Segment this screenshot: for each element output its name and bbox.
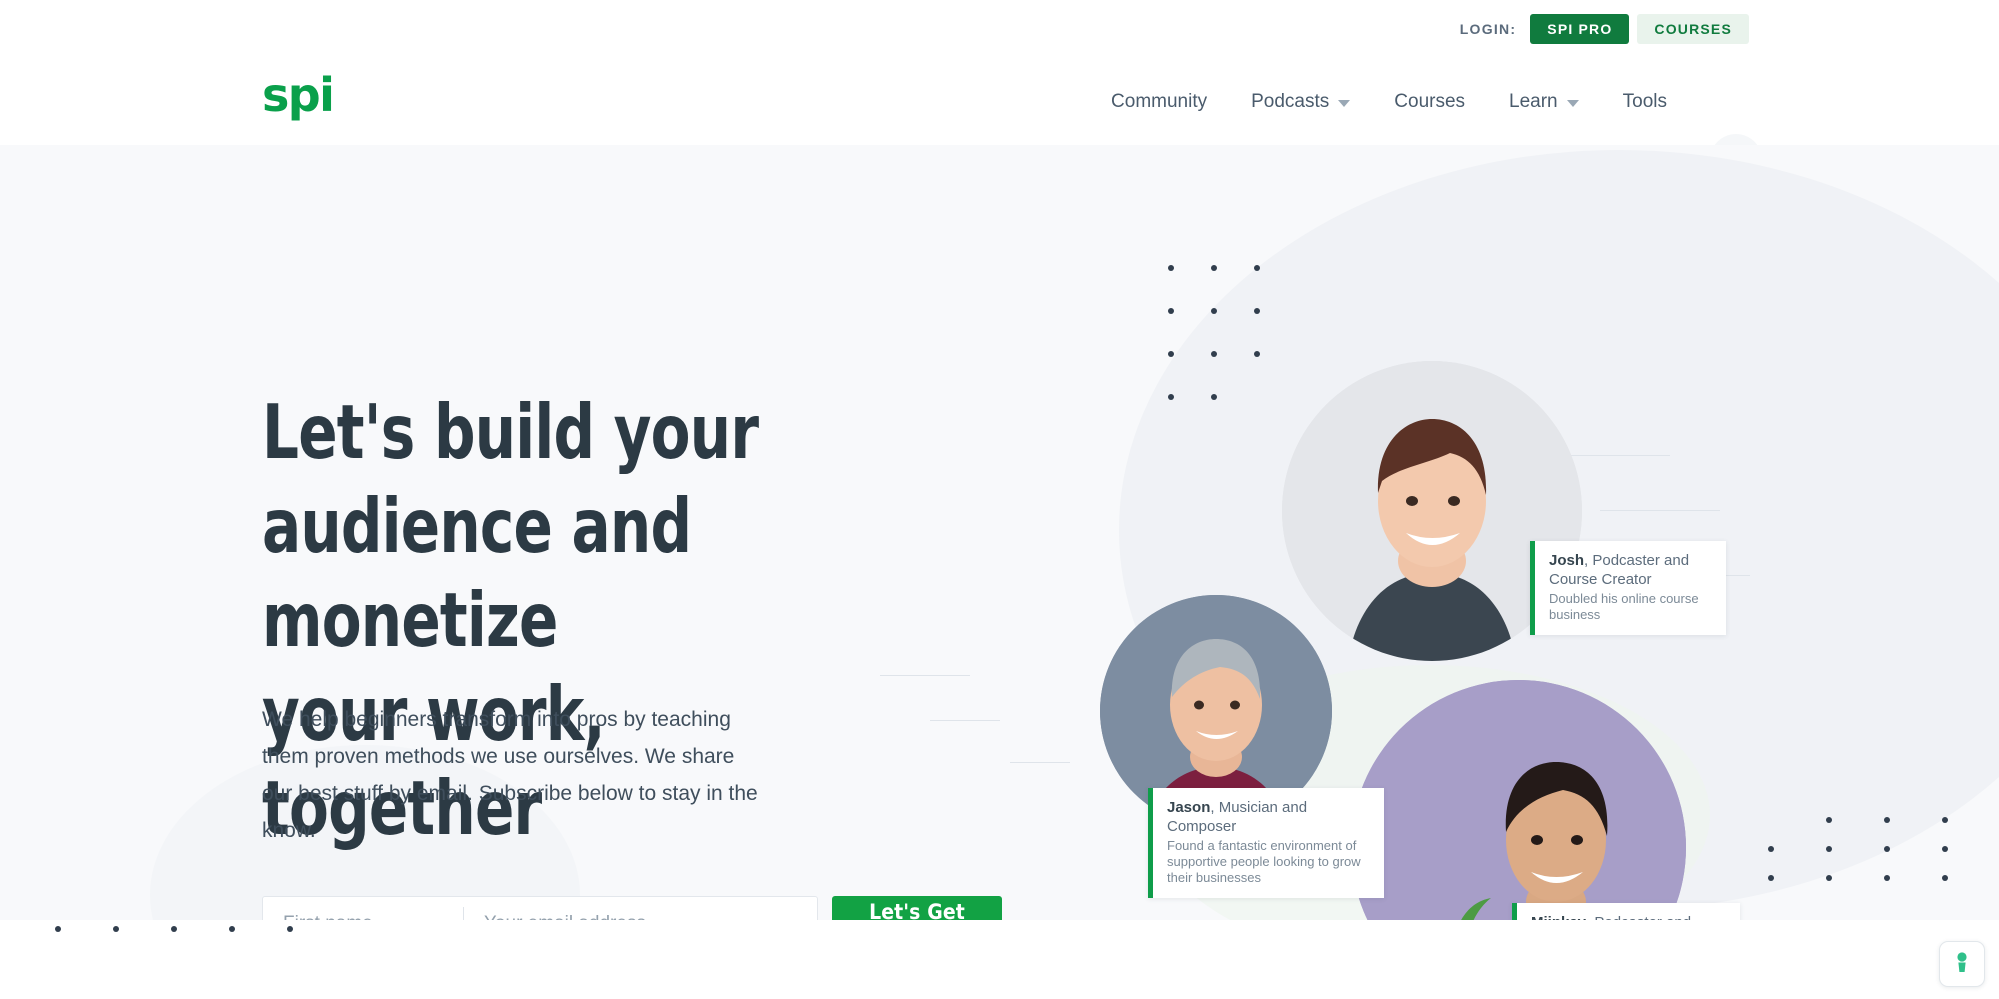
testimonial-name-role: Miinkay, Podcaster and Course Creator	[1531, 913, 1724, 920]
nav-item-learn[interactable]: Learn	[1487, 91, 1601, 113]
decorative-dot	[1826, 875, 1832, 881]
nav-item-tools[interactable]: Tools	[1601, 91, 1689, 113]
chevron-down-icon	[1338, 99, 1351, 107]
decorative-dot	[1211, 265, 1217, 271]
nav-item-community[interactable]: Community	[1089, 91, 1229, 113]
testimonial-card-josh: Josh, Podcaster and Course Creator Doubl…	[1530, 541, 1726, 635]
testimonial-name: Miinkay	[1531, 914, 1586, 920]
login-label: LOGIN:	[1459, 21, 1517, 37]
nav-label-tools: Tools	[1622, 90, 1667, 112]
decorative-dot	[1942, 875, 1948, 881]
decorative-dot	[113, 926, 119, 932]
accessibility-person-icon	[1957, 952, 1967, 972]
spi-pro-login-button[interactable]: SPI PRO	[1530, 14, 1630, 44]
decorative-dot	[229, 926, 235, 932]
decorative-rule	[880, 675, 970, 676]
decorative-dot	[1211, 394, 1217, 400]
decorative-dot	[1884, 846, 1890, 852]
testimonial-name-role: Josh, Podcaster and Course Creator	[1549, 551, 1710, 589]
signup-form: Let's Get Started	[262, 896, 1002, 920]
decorative-dot	[1942, 817, 1948, 823]
top-utility-bar: LOGIN: SPI PRO COURSES	[0, 0, 1999, 58]
decorative-rule	[930, 720, 1000, 721]
decorative-dot	[1768, 875, 1774, 881]
first-name-input[interactable]	[263, 897, 463, 920]
testimonial-name: Jason	[1167, 799, 1211, 816]
site-header: spi Community Podcasts Courses Learn Too…	[0, 58, 1999, 186]
decorative-dot	[171, 926, 177, 932]
decorative-dot	[1884, 817, 1890, 823]
courses-login-button[interactable]: COURSES	[1637, 14, 1749, 44]
decorative-dot	[1168, 265, 1174, 271]
nav-label-learn: Learn	[1509, 90, 1558, 112]
testimonial-description: Doubled his online course business	[1549, 591, 1699, 622]
hero-section: Let's build your audience and monetize y…	[0, 145, 1999, 920]
spi-logo[interactable]: spi	[262, 72, 335, 118]
testimonial-name-role: Jason, Musician and Composer	[1167, 798, 1368, 836]
decorative-dot	[1768, 846, 1774, 852]
signup-fields	[262, 896, 818, 920]
chevron-down-icon	[1566, 99, 1579, 107]
testimonial-name: Josh	[1549, 552, 1585, 569]
decorative-dot	[1254, 265, 1260, 271]
nav-label-community: Community	[1111, 90, 1208, 112]
hero-subcopy: We help beginners transform into pros by…	[262, 708, 758, 842]
decorative-dot	[1211, 351, 1217, 357]
page-root: LOGIN: SPI PRO COURSES spi Community Pod…	[0, 0, 1999, 999]
decorative-dot	[1168, 394, 1174, 400]
decorative-rule	[1010, 762, 1070, 763]
nav-label-podcasts: Podcasts	[1251, 90, 1330, 112]
decorative-dot	[1942, 846, 1948, 852]
decorative-dot	[1168, 351, 1174, 357]
testimonial-description: Found a fantastic environment of support…	[1167, 838, 1361, 885]
decorative-dot	[1211, 308, 1217, 314]
nav-item-courses[interactable]: Courses	[1372, 91, 1487, 113]
testimonial-card-jason: Jason, Musician and Composer Found a fan…	[1148, 788, 1384, 898]
decorative-dot	[1254, 351, 1260, 357]
decorative-dot	[1826, 846, 1832, 852]
decorative-dot	[55, 926, 61, 932]
main-navigation: Community Podcasts Courses Learn Tools	[1089, 58, 1689, 145]
email-input[interactable]	[464, 897, 817, 920]
decorative-dot	[1884, 875, 1890, 881]
decorative-dot	[287, 926, 293, 932]
decorative-dot	[1826, 817, 1832, 823]
headline-line-2: audience and monetize	[262, 482, 692, 664]
decorative-dot	[1254, 308, 1260, 314]
nav-label-courses: Courses	[1394, 90, 1466, 112]
testimonial-card-miinkay: Miinkay, Podcaster and Course Creator St…	[1512, 903, 1740, 920]
nav-item-podcasts[interactable]: Podcasts	[1229, 91, 1372, 113]
lets-get-started-button[interactable]: Let's Get Started	[832, 896, 1002, 920]
accessibility-widget-button[interactable]	[1939, 941, 1985, 987]
decorative-dot	[1168, 308, 1174, 314]
headline-line-1: Let's build your	[262, 388, 759, 476]
decorative-rule	[1600, 510, 1720, 511]
